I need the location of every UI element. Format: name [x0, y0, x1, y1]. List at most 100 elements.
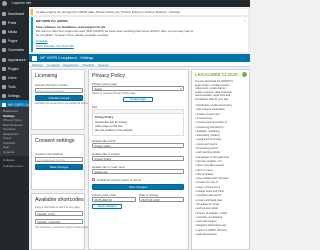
submenu-item-dashboard[interactable]: Dashboard	[3, 109, 18, 113]
license-label: License Premium number	[35, 83, 68, 87]
sidebar-item-users[interactable]: Users	[0, 73, 29, 82]
save-privacy-button[interactable]: Save changes	[92, 184, 184, 190]
collapse-item[interactable]: Collapse	[3, 158, 15, 162]
pin-icon	[2, 20, 6, 25]
consent-url-input[interactable]: e.g. www.example.com	[35, 157, 83, 162]
privacy-forms-checkbox-label: Enable the privacy policy on forms	[97, 178, 142, 182]
sidebar-item-label: Tools	[8, 84, 16, 89]
chevron-down-icon: ▾	[180, 87, 182, 92]
read-more-input[interactable]: Read more	[92, 169, 184, 174]
sidebar-item-comments[interactable]: Comments	[0, 45, 29, 54]
shield-icon	[2, 102, 6, 107]
shortcodes-note: Copy a shortcode to add it to any page.	[35, 206, 81, 209]
tab-checklist[interactable]: Checklist	[82, 63, 94, 67]
promo-intro-line: compliance help for your site:	[195, 97, 229, 101]
submenu-item-requests[interactable]: Data Requests	[3, 123, 23, 127]
consent-placeholder: e.g. www.example.com	[37, 158, 66, 162]
shortcode-value: [wpgdpr_form]	[37, 212, 55, 216]
privacy-forms-checkbox[interactable]	[92, 178, 95, 181]
editor-line: policy page on this site	[95, 125, 123, 128]
editor-line: Introduction text for privacy	[95, 121, 128, 124]
pro-notice-dismiss-link[interactable]: Sure! Dismiss, I've done this	[36, 44, 74, 48]
site-name[interactable]: Lapshee site	[12, 0, 31, 7]
promo-bullet: • Opt-in and data request	[195, 164, 224, 168]
licensing-heading: Licensing	[35, 73, 58, 79]
sidebar-item-dashboard[interactable]: Dashboard	[0, 9, 29, 18]
submenu-item-checklist[interactable]: Checklist	[3, 141, 15, 145]
submenu-item-help[interactable]: Help	[3, 145, 9, 149]
pro-notice: WP GDPR Pro (GDPR) Free software, no lim…	[31, 17, 248, 52]
promo-bullet: • Legal texts for privacy	[195, 138, 222, 142]
license-note: Activating this license will let you man…	[35, 103, 93, 105]
privacy-page-note: Select or create a Privacy Policy page.	[92, 92, 137, 95]
save-consent-button[interactable]: Save changes	[35, 164, 83, 170]
policy-date-input[interactable]: 08.05.2018 09	[92, 197, 136, 202]
plugin-icon	[2, 66, 6, 71]
settings-icon	[2, 93, 6, 98]
promo-bullet: • imprint of GDPR, ePrivacy	[195, 228, 227, 232]
sidebar-item-label: Pages	[8, 38, 18, 43]
promo-bullet: • Templates for notes	[195, 202, 220, 206]
submenu-item-integrations[interactable]: Integrations	[3, 132, 19, 136]
sidebar-item-media[interactable]: Media	[0, 27, 29, 36]
user-icon	[2, 75, 6, 80]
tab-settings[interactable]: Settings	[32, 63, 43, 67]
licensing-panel: Licensing License Premium number Enter L…	[31, 69, 93, 130]
promo-bullet: • privacy and legal data	[195, 198, 222, 202]
promo-bullet: • analytics, marketing,	[195, 129, 221, 133]
tab-integrations[interactable]: Integrations	[63, 63, 79, 67]
sidebar-item-appearance[interactable]: Appearance	[0, 55, 29, 64]
submenu-item-upgrade[interactable]: Upgrade	[3, 150, 15, 154]
admin-bar: Lapshee site	[0, 0, 250, 7]
tab-support[interactable]: Support	[98, 63, 109, 67]
submenu-item-settings[interactable]: Settings	[3, 114, 15, 118]
privacy-page-select[interactable]: Select ▾	[92, 86, 184, 91]
privacy-text-editor[interactable]: Privacy Policy Introduction text for pri…	[92, 109, 184, 136]
shortcode-field[interactable]: [wpgdpr_form]	[35, 211, 83, 216]
pro-notice-line: be compliant. To keep it free, please co…	[36, 33, 109, 37]
sidebar-item-tools[interactable]: Tools	[0, 82, 29, 91]
gdpr-submenu: Dashboard Settings Privacy Policy Data R…	[0, 107, 29, 156]
sidebar-item-settings[interactable]: Settings	[0, 91, 29, 100]
sidebar-item-label: Appearance	[8, 57, 26, 62]
shortcodes-heading: Available shortcodes	[35, 197, 84, 203]
promo-bullet: • Processing record	[195, 147, 218, 150]
create-page-button[interactable]: Create page	[123, 97, 153, 102]
submenu-item-forms[interactable]: Forms	[3, 136, 12, 140]
privacy-heading: Privacy Policy	[92, 73, 125, 79]
sidebar-item-label: Users	[8, 75, 17, 80]
sidebar-item-posts[interactable]: Posts	[0, 18, 29, 27]
change-date-input[interactable]: 29.07.18 13:00	[139, 197, 184, 202]
sidebar-item-plugins[interactable]: Plugins	[0, 64, 29, 73]
close-icon[interactable]: ×	[244, 18, 246, 23]
sidebar-item-label: Settings	[8, 93, 20, 98]
submenu-item-consents[interactable]: Consents	[3, 127, 16, 131]
submenu-item-privacy[interactable]: Privacy Policy	[3, 118, 22, 122]
link-title-input[interactable]: Privacy policy	[92, 143, 184, 148]
change-date-value: 29.07.18 13:00	[141, 198, 160, 202]
consent-heading: Consent settings	[35, 138, 75, 144]
sidebar-item-pages[interactable]: Pages	[0, 36, 29, 45]
pro-notice-title: WP GDPR Pro (GDPR)	[36, 19, 68, 23]
editor-toolbar[interactable]	[93, 110, 183, 114]
pro-notice-upgrade-link[interactable]: Upgrade	[36, 39, 48, 43]
wordpress-logo-icon[interactable]	[2, 1, 7, 6]
apply-changes-button[interactable]: Apply changes	[92, 204, 122, 209]
license-input[interactable]: Enter License number	[35, 88, 83, 93]
promo-bullet: • German, English, or fr	[195, 159, 222, 163]
update-notice: Update plugins are changed for GDPR data…	[31, 9, 248, 15]
tab-consents[interactable]: Consents	[47, 63, 60, 67]
promo-bullet: • Consent for use of	[195, 181, 218, 185]
sidebar-item-label: Plugins	[8, 66, 19, 71]
collapse-menu-button[interactable]: Collapse menu	[3, 164, 23, 168]
section-title-input[interactable]: Privacy Policy	[92, 156, 184, 161]
activate-license-button[interactable]: Activate License	[35, 95, 83, 101]
promo-bullet: • Complete data set for	[195, 194, 222, 198]
page-title: WP GDPR Compliance - Settings	[40, 56, 94, 60]
read-more-value: Read more	[94, 170, 108, 174]
privacy-policy-panel: Privacy Policy Privacy policy page Selec…	[88, 69, 189, 250]
shortcode-field[interactable]: [wpgdpr_consents]	[35, 219, 83, 224]
sidebar-item-label: Dashboard	[8, 11, 25, 16]
promo-bullet: • form for users	[195, 168, 213, 172]
sidebar-item-label: Comments	[8, 47, 24, 52]
